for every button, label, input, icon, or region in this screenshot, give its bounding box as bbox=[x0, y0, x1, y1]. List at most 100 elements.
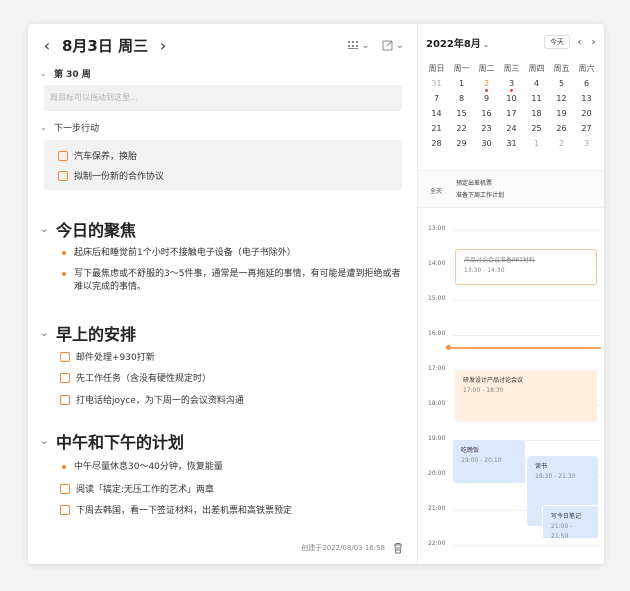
calendar-day[interactable]: 17 bbox=[499, 109, 524, 118]
calendar-day[interactable]: 3 bbox=[499, 79, 524, 92]
template-menu-button[interactable]: ⌄ bbox=[347, 39, 370, 51]
calendar-day[interactable]: 2 bbox=[549, 139, 574, 148]
chevron-down-icon: ⌄ bbox=[361, 39, 370, 51]
collapse-caret-icon: ⌄ bbox=[40, 327, 49, 339]
calendar-day[interactable]: 1 bbox=[449, 79, 474, 88]
calendar-day[interactable]: 7 bbox=[424, 94, 449, 103]
calendar-day[interactable]: 21 bbox=[424, 124, 449, 133]
allday-event[interactable]: 预定出差机票 bbox=[456, 179, 492, 189]
task-checkbox[interactable] bbox=[60, 394, 70, 405]
calendar-day[interactable]: 30 bbox=[474, 139, 499, 148]
day-timeline[interactable]: 13:00 14:00 15:00 16:00 17:00 18:00 19:0… bbox=[418, 208, 604, 564]
month-selector[interactable]: 2022年8月 ⌄ bbox=[426, 35, 490, 50]
week-goal-dropzone[interactable]: 周目标可以拖动到这里... bbox=[44, 85, 402, 111]
calendar-day[interactable]: 1 bbox=[524, 139, 549, 148]
calendar-day[interactable]: 14 bbox=[424, 109, 449, 118]
calendar-day[interactable]: 6 bbox=[574, 79, 599, 88]
calendar-day[interactable]: 11 bbox=[524, 94, 549, 103]
morning-heading[interactable]: ⌄ 早上的安排 bbox=[40, 321, 136, 345]
date-title: 8月3日 周三 bbox=[62, 36, 149, 55]
today-button[interactable]: 今天 bbox=[544, 35, 570, 49]
list-item: 汽车保养，换胎 bbox=[58, 149, 137, 162]
calendar-day[interactable]: 31 bbox=[424, 79, 449, 88]
event-title: 读书 bbox=[535, 463, 548, 470]
calendar-day[interactable]: 31 bbox=[499, 139, 524, 148]
task-checkbox[interactable] bbox=[60, 351, 70, 362]
daily-note-pane: ‹ 8月3日 周三 › ⌄ ⌄ ⌄ 第 30 周 周目标可以拖动到这里... ⌄… bbox=[28, 24, 417, 564]
calendar-day[interactable]: 27 bbox=[574, 124, 599, 133]
calendar-event[interactable]: 吃晚饭 19:00 - 20:10 bbox=[453, 440, 525, 483]
calendar-day[interactable]: 23 bbox=[474, 124, 499, 133]
collapse-caret-icon: ⌄ bbox=[40, 123, 47, 132]
list-item: 阅读「搞定:无压工作的艺术」两章 bbox=[60, 482, 214, 495]
focus-heading[interactable]: ⌄ 今日的聚焦 bbox=[40, 217, 136, 241]
next-month-button[interactable]: › bbox=[589, 37, 598, 48]
task-checkbox[interactable] bbox=[58, 170, 68, 181]
hour-label: 21:00 bbox=[428, 505, 449, 512]
hour-line: 13:00 bbox=[418, 225, 604, 232]
calendar-day[interactable]: 4 bbox=[524, 79, 549, 88]
app-window: ‹ 8月3日 周三 › ⌄ ⌄ ⌄ 第 30 周 周目标可以拖动到这里... ⌄… bbox=[28, 24, 604, 564]
calendar-day[interactable]: 25 bbox=[524, 124, 549, 133]
calendar-day[interactable]: 28 bbox=[424, 139, 449, 148]
event-time: 21:00 - 21:50 bbox=[551, 523, 573, 540]
task-checkbox[interactable] bbox=[58, 150, 68, 161]
morning-title: 早上的安排 bbox=[56, 325, 137, 344]
list-item: 邮件处理+930打新 bbox=[60, 350, 155, 363]
calendar-day[interactable]: 15 bbox=[449, 109, 474, 118]
calendar-day[interactable]: 20 bbox=[574, 109, 599, 118]
calendar-day[interactable]: 29 bbox=[449, 139, 474, 148]
chevron-down-icon: ⌄ bbox=[395, 39, 404, 51]
created-timestamp: 创建于2022/08/03 16:58 bbox=[301, 544, 385, 552]
calendar-day[interactable]: 5 bbox=[549, 79, 574, 88]
hour-label: 19:00 bbox=[428, 435, 449, 442]
calendar-day[interactable]: 12 bbox=[549, 94, 574, 103]
hour-label: 20:00 bbox=[428, 470, 449, 477]
calendar-event[interactable]: 写今日笔记 21:00 - 21:50 bbox=[542, 505, 599, 540]
hour-label: 18:00 bbox=[428, 400, 449, 407]
calendar-day[interactable]: 9 bbox=[474, 94, 499, 103]
trash-icon[interactable] bbox=[393, 542, 403, 554]
current-time-line bbox=[448, 347, 601, 349]
calendar-event[interactable]: 研发设计产品讨论会议 17:00 - 18:30 bbox=[455, 370, 597, 422]
weekday-label: 周四 bbox=[528, 64, 545, 73]
afternoon-title: 中午和下午的计划 bbox=[56, 433, 185, 452]
event-title: 产品讨论会议准备PPT材料 bbox=[464, 257, 535, 264]
calendar-day[interactable]: 22 bbox=[449, 124, 474, 133]
next-actions-header[interactable]: ⌄ 下一步行动 bbox=[40, 121, 99, 134]
week-section-header[interactable]: ⌄ 第 30 周 bbox=[40, 67, 91, 80]
task-checkbox[interactable] bbox=[60, 504, 70, 515]
event-time: 13:30 - 14:30 bbox=[464, 267, 505, 274]
list-item: 下周去韩国，看一下签证材料，出差机票和高铁票预定 bbox=[60, 503, 292, 516]
calendar-day[interactable]: 13 bbox=[574, 94, 599, 103]
calendar-header: 2022年8月 ⌄ 今天 ‹ › bbox=[426, 34, 598, 50]
prev-day-button[interactable]: ‹ bbox=[40, 36, 54, 55]
edit-menu-button[interactable]: ⌄ bbox=[382, 39, 404, 51]
task-checkbox[interactable] bbox=[60, 372, 70, 383]
next-day-button[interactable]: › bbox=[156, 36, 170, 55]
date-header: ‹ 8月3日 周三 › ⌄ ⌄ bbox=[40, 34, 404, 56]
calendar-day[interactable]: 16 bbox=[474, 109, 499, 118]
weekday-label: 周五 bbox=[553, 64, 570, 73]
collapse-caret-icon: ⌄ bbox=[40, 223, 49, 235]
hour-label: 16:00 bbox=[428, 330, 449, 337]
calendar-day[interactable]: 10 bbox=[499, 94, 524, 103]
task-text: 拟制一份新的合作协议 bbox=[74, 172, 165, 182]
calendar-day[interactable]: 2 bbox=[474, 79, 499, 92]
weekday-label: 周一 bbox=[453, 64, 470, 73]
collapse-caret-icon: ⌄ bbox=[40, 435, 49, 447]
calendar-day[interactable]: 8 bbox=[449, 94, 474, 103]
focus-title: 今日的聚焦 bbox=[56, 221, 137, 240]
calendar-day[interactable]: 18 bbox=[524, 109, 549, 118]
calendar-day[interactable]: 19 bbox=[549, 109, 574, 118]
afternoon-heading[interactable]: ⌄ 中午和下午的计划 bbox=[40, 429, 184, 453]
calendar-day[interactable]: 26 bbox=[549, 124, 574, 133]
calendar-day[interactable]: 24 bbox=[499, 124, 524, 133]
event-title: 写今日笔记 bbox=[551, 513, 582, 520]
week-row: 14 15 16 17 18 19 20 bbox=[424, 106, 599, 121]
allday-event[interactable]: 准备下周工作计划 bbox=[456, 191, 504, 201]
calendar-day[interactable]: 3 bbox=[574, 139, 599, 148]
task-checkbox[interactable] bbox=[60, 483, 70, 494]
prev-month-button[interactable]: ‹ bbox=[575, 37, 584, 48]
calendar-event[interactable]: 产品讨论会议准备PPT材料 13:30 - 14:30 bbox=[455, 249, 597, 285]
